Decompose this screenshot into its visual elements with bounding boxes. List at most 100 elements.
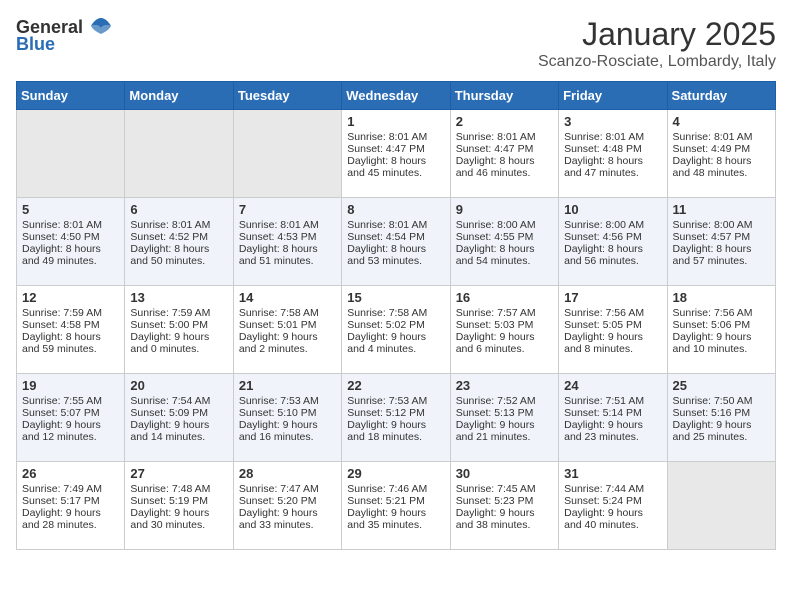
daylight-text: Daylight: 9 hours and 12 minutes. <box>22 419 119 443</box>
daylight-text: Daylight: 8 hours and 51 minutes. <box>239 243 336 267</box>
sunrise-text: Sunrise: 7:57 AM <box>456 307 553 319</box>
calendar-cell: 8Sunrise: 8:01 AMSunset: 4:54 PMDaylight… <box>342 198 450 286</box>
day-number: 7 <box>239 202 336 217</box>
day-number: 27 <box>130 466 227 481</box>
sunrise-text: Sunrise: 7:55 AM <box>22 395 119 407</box>
calendar-cell: 2Sunrise: 8:01 AMSunset: 4:47 PMDaylight… <box>450 110 558 198</box>
calendar-cell: 20Sunrise: 7:54 AMSunset: 5:09 PMDayligh… <box>125 374 233 462</box>
daylight-text: Daylight: 9 hours and 38 minutes. <box>456 507 553 531</box>
sunrise-text: Sunrise: 7:49 AM <box>22 483 119 495</box>
calendar-cell: 22Sunrise: 7:53 AMSunset: 5:12 PMDayligh… <box>342 374 450 462</box>
sunset-text: Sunset: 5:19 PM <box>130 495 227 507</box>
weekday-header-wednesday: Wednesday <box>342 82 450 110</box>
sunrise-text: Sunrise: 7:52 AM <box>456 395 553 407</box>
sunset-text: Sunset: 5:24 PM <box>564 495 661 507</box>
day-number: 8 <box>347 202 444 217</box>
sunset-text: Sunset: 5:17 PM <box>22 495 119 507</box>
sunset-text: Sunset: 5:16 PM <box>673 407 770 419</box>
day-number: 13 <box>130 290 227 305</box>
day-number: 22 <box>347 378 444 393</box>
daylight-text: Daylight: 8 hours and 59 minutes. <box>22 331 119 355</box>
sunset-text: Sunset: 5:07 PM <box>22 407 119 419</box>
sunset-text: Sunset: 5:03 PM <box>456 319 553 331</box>
sunset-text: Sunset: 4:50 PM <box>22 231 119 243</box>
daylight-text: Daylight: 8 hours and 57 minutes. <box>673 243 770 267</box>
day-number: 9 <box>456 202 553 217</box>
sunrise-text: Sunrise: 7:47 AM <box>239 483 336 495</box>
daylight-text: Daylight: 8 hours and 45 minutes. <box>347 155 444 179</box>
sunrise-text: Sunrise: 7:58 AM <box>347 307 444 319</box>
sunrise-text: Sunrise: 7:59 AM <box>130 307 227 319</box>
day-number: 21 <box>239 378 336 393</box>
daylight-text: Daylight: 9 hours and 2 minutes. <box>239 331 336 355</box>
sunset-text: Sunset: 4:54 PM <box>347 231 444 243</box>
sunrise-text: Sunrise: 7:48 AM <box>130 483 227 495</box>
sunset-text: Sunset: 5:12 PM <box>347 407 444 419</box>
day-number: 11 <box>673 202 770 217</box>
day-number: 2 <box>456 114 553 129</box>
calendar-cell <box>17 110 125 198</box>
calendar-cell: 27 Sunrise: 7:48 AMSunset: 5:19 PMDayligh… <box>125 462 233 550</box>
weekday-header-monday: Monday <box>125 82 233 110</box>
calendar-cell: 6Sunrise: 8:01 AMSunset: 4:52 PMDaylight… <box>125 198 233 286</box>
location-title: Scanzo-Rosciate, Lombardy, Italy <box>538 53 776 71</box>
calendar-cell: 3Sunrise: 8:01 AMSunset: 4:48 PMDaylight… <box>559 110 667 198</box>
day-number: 3 <box>564 114 661 129</box>
calendar-cell <box>233 110 341 198</box>
logo: General Blue <box>16 16 115 55</box>
day-number: 10 <box>564 202 661 217</box>
week-row-1: 1Sunrise: 8:01 AMSunset: 4:47 PMDaylight… <box>17 110 776 198</box>
sunset-text: Sunset: 4:48 PM <box>564 143 661 155</box>
sunrise-text: Sunrise: 7:45 AM <box>456 483 553 495</box>
sunrise-text: Sunrise: 7:51 AM <box>564 395 661 407</box>
calendar-cell: 10Sunrise: 8:00 AMSunset: 4:56 PMDayligh… <box>559 198 667 286</box>
calendar-cell: 30Sunrise: 7:45 AMSunset: 5:23 PMDayligh… <box>450 462 558 550</box>
calendar-cell: 24Sunrise: 7:51 AMSunset: 5:14 PMDayligh… <box>559 374 667 462</box>
daylight-text: Daylight: 8 hours and 47 minutes. <box>564 155 661 179</box>
day-number: 15 <box>347 290 444 305</box>
daylight-text: Daylight: 9 hours and 21 minutes. <box>456 419 553 443</box>
day-number: 20 <box>130 378 227 393</box>
sunrise-text: Sunrise: 7:50 AM <box>673 395 770 407</box>
sunset-text: Sunset: 5:06 PM <box>673 319 770 331</box>
day-number: 26 <box>22 466 119 481</box>
calendar-cell: 16 Sunrise: 7:57 AMSunset: 5:03 PMDayligh… <box>450 286 558 374</box>
logo-bird-icon <box>87 16 115 38</box>
calendar-cell: 25Sunrise: 7:50 AMSunset: 5:16 PMDayligh… <box>667 374 775 462</box>
daylight-text: Daylight: 8 hours and 54 minutes. <box>456 243 553 267</box>
sunrise-text: Sunrise: 7:59 AM <box>22 307 119 319</box>
sunset-text: Sunset: 4:53 PM <box>239 231 336 243</box>
calendar-cell: 19 Sunrise: 7:55 AMSunset: 5:07 PMDayligh… <box>17 374 125 462</box>
day-number: 24 <box>564 378 661 393</box>
sunset-text: Sunset: 5:23 PM <box>456 495 553 507</box>
weekday-header-thursday: Thursday <box>450 82 558 110</box>
day-number: 28 <box>239 466 336 481</box>
day-number: 16 <box>456 290 553 305</box>
calendar-cell: 15Sunrise: 7:58 AMSunset: 5:02 PMDayligh… <box>342 286 450 374</box>
daylight-text: Daylight: 9 hours and 23 minutes. <box>564 419 661 443</box>
daylight-text: Daylight: 8 hours and 49 minutes. <box>22 243 119 267</box>
calendar-cell: 14Sunrise: 7:58 AMSunset: 5:01 PMDayligh… <box>233 286 341 374</box>
sunrise-text: Sunrise: 8:01 AM <box>347 219 444 231</box>
day-number: 19 <box>22 378 119 393</box>
sunrise-text: Sunrise: 8:01 AM <box>130 219 227 231</box>
sunrise-text: Sunrise: 7:44 AM <box>564 483 661 495</box>
sunset-text: Sunset: 5:05 PM <box>564 319 661 331</box>
daylight-text: Daylight: 8 hours and 48 minutes. <box>673 155 770 179</box>
day-number: 14 <box>239 290 336 305</box>
daylight-text: Daylight: 8 hours and 56 minutes. <box>564 243 661 267</box>
daylight-text: Daylight: 9 hours and 6 minutes. <box>456 331 553 355</box>
sunset-text: Sunset: 5:21 PM <box>347 495 444 507</box>
sunset-text: Sunset: 5:02 PM <box>347 319 444 331</box>
week-row-2: 5Sunrise: 8:01 AMSunset: 4:50 PMDaylight… <box>17 198 776 286</box>
day-number: 29 <box>347 466 444 481</box>
calendar-cell: 13Sunrise: 7:59 AMSunset: 5:00 PMDayligh… <box>125 286 233 374</box>
calendar-cell: 5Sunrise: 8:01 AMSunset: 4:50 PMDaylight… <box>17 198 125 286</box>
sunset-text: Sunset: 5:13 PM <box>456 407 553 419</box>
sunrise-text: Sunrise: 8:00 AM <box>673 219 770 231</box>
calendar-cell: 4Sunrise: 8:01 AMSunset: 4:49 PMDaylight… <box>667 110 775 198</box>
day-number: 1 <box>347 114 444 129</box>
daylight-text: Daylight: 9 hours and 30 minutes. <box>130 507 227 531</box>
sunrise-text: Sunrise: 8:00 AM <box>564 219 661 231</box>
sunset-text: Sunset: 5:00 PM <box>130 319 227 331</box>
